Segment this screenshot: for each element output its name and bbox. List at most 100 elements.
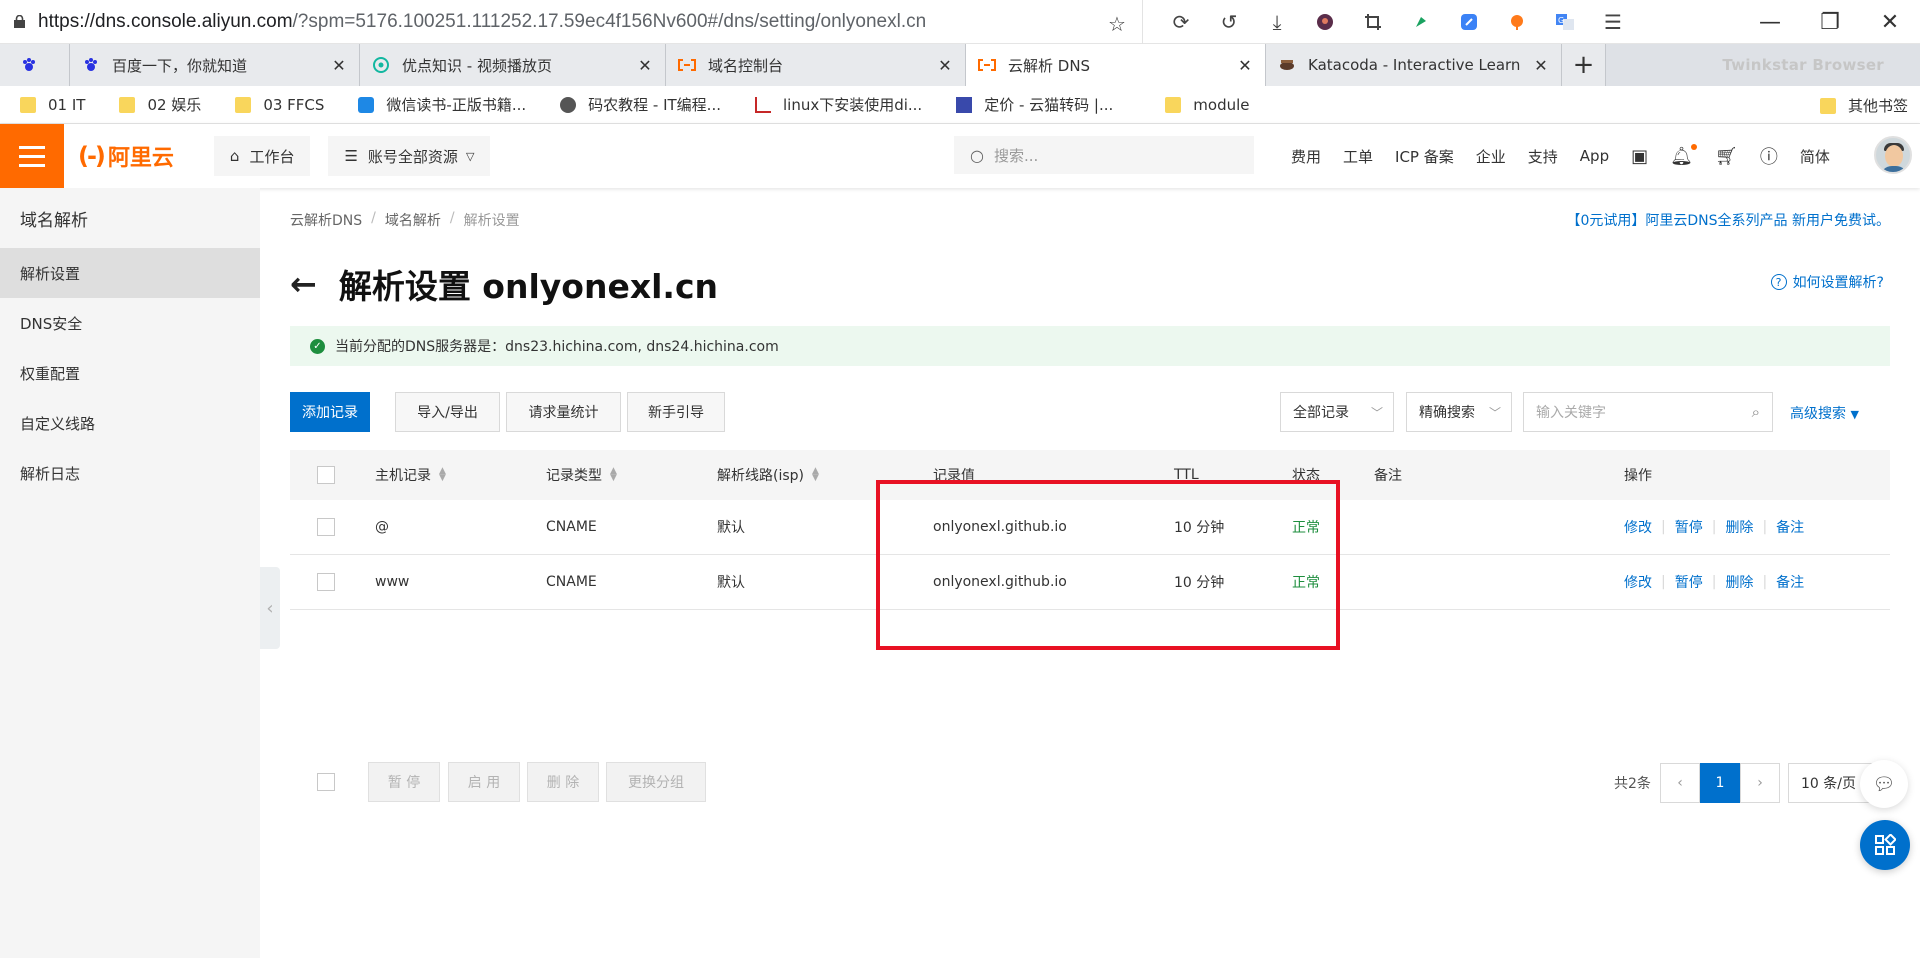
close-window-icon[interactable]: ✕ <box>1860 0 1920 44</box>
tab-close-icon[interactable]: ✕ <box>331 56 347 75</box>
advanced-search-link[interactable]: 高级搜索 ▼ <box>1790 403 1859 423</box>
bulk-delete-button[interactable]: 删 除 <box>527 762 599 802</box>
bookmark-item[interactable]: 01 IT <box>20 96 85 114</box>
reload-icon[interactable]: ⟳ <box>1169 10 1193 34</box>
sidebar-collapse-handle[interactable]: ‹ <box>260 567 280 649</box>
bookmark-item[interactable]: 定价 - 云猫转码 |... <box>956 94 1113 115</box>
tab-baidu[interactable]: 百度一下，你就知道 ✕ <box>70 44 360 86</box>
avatar[interactable] <box>1874 136 1912 174</box>
other-bookmarks[interactable]: 其他书签 <box>1819 95 1908 116</box>
footer-select-all-checkbox[interactable] <box>317 773 335 791</box>
workbench-button[interactable]: ⌂ 工作台 <box>213 136 311 176</box>
pause-link[interactable]: 暂停 <box>1675 517 1703 537</box>
sidebar-item-dns-security[interactable]: DNS安全 <box>0 298 260 348</box>
bulk-enable-button[interactable]: 启 用 <box>448 762 520 802</box>
add-record-button[interactable]: 添加记录 <box>290 392 370 432</box>
tab-dns[interactable]: 云解析 DNS ✕ <box>966 44 1266 86</box>
bookmark-item[interactable]: 02 娱乐 <box>119 94 201 115</box>
url-field[interactable]: https://dns.console.aliyun.com/?spm=5176… <box>38 11 926 33</box>
app-grid-icon[interactable] <box>1860 820 1910 870</box>
bookmark-item[interactable]: 码农教程 - IT编程... <box>560 94 721 115</box>
record-filter-select[interactable]: 全部记录 ﹀ <box>1280 392 1394 432</box>
beginner-guide-button[interactable]: 新手引导 <box>627 392 725 432</box>
new-tab-button[interactable]: + <box>1562 44 1606 86</box>
tab-baidu-pinned[interactable] <box>0 44 70 86</box>
crop-icon[interactable] <box>1361 10 1385 34</box>
sidebar-item-logs[interactable]: 解析日志 <box>0 448 260 498</box>
bookmark-item[interactable]: 03 FFCS <box>235 96 324 114</box>
tab-close-icon[interactable]: ✕ <box>1237 56 1253 75</box>
request-stats-button[interactable]: 请求量统计 <box>506 392 621 432</box>
bookmark-item[interactable]: linux下安装使用di... <box>754 94 922 115</box>
edit-link[interactable]: 修改 <box>1624 572 1652 592</box>
tab-close-icon[interactable]: ✕ <box>937 56 953 75</box>
help-link[interactable]: ? 如何设置解析? <box>1770 272 1884 292</box>
tab-katacoda[interactable]: Katacoda - Interactive Learn ✕ <box>1266 44 1562 86</box>
bookmark-item[interactable]: 微信读书-正版书籍... <box>358 94 526 115</box>
download-icon[interactable]: ⤓ <box>1265 10 1289 34</box>
col-host[interactable]: 主机记录 ▲ ▼ <box>375 450 446 500</box>
row-checkbox[interactable] <box>317 518 335 536</box>
import-export-button[interactable]: 导入/导出 <box>395 392 500 432</box>
chat-icon[interactable]: 💬︎ <box>1860 760 1908 808</box>
extension-avatar-icon[interactable] <box>1313 10 1337 34</box>
console-search-input[interactable]: ○ 搜索... <box>954 136 1254 174</box>
search-icon[interactable]: ⌕ <box>1752 403 1760 421</box>
minimize-icon[interactable]: — <box>1740 0 1800 44</box>
folder-icon <box>1819 97 1836 114</box>
sidebar-item-dns-settings[interactable]: 解析设置 <box>0 248 260 298</box>
nav-link-app[interactable]: App <box>1580 147 1609 165</box>
tab-close-icon[interactable]: ✕ <box>637 56 653 75</box>
extension-orange-icon[interactable] <box>1505 10 1529 34</box>
delete-link[interactable]: 删除 <box>1725 572 1753 592</box>
row-checkbox[interactable] <box>317 573 335 591</box>
keyword-input[interactable]: 输入关键字 ⌕ <box>1523 392 1773 432</box>
nav-link-support[interactable]: 支持 <box>1528 146 1558 167</box>
remark-link[interactable]: 备注 <box>1776 517 1804 537</box>
remark-link[interactable]: 备注 <box>1776 572 1804 592</box>
select-all-checkbox[interactable] <box>317 466 335 484</box>
bell-icon[interactable]: 🔔︎ <box>1670 143 1697 167</box>
hamburger-menu-icon[interactable] <box>0 124 64 188</box>
language-switch[interactable]: 简体 <box>1800 146 1830 167</box>
browser-brand: Twinkstar Browser <box>1722 56 1884 74</box>
promo-link[interactable]: 【0元试用】阿里云DNS全系列产品 新用户免费试。 <box>1567 210 1891 230</box>
next-page-button[interactable]: › <box>1740 763 1780 803</box>
nav-link-tickets[interactable]: 工单 <box>1343 146 1373 167</box>
search-mode-select[interactable]: 精确搜索 ﹀ <box>1406 392 1512 432</box>
breadcrumb-dns[interactable]: 云解析DNS <box>290 210 362 230</box>
resources-dropdown[interactable]: ☰ 账号全部资源 ▽ <box>328 136 491 176</box>
bookmark-item[interactable]: module <box>1165 96 1250 114</box>
delete-link[interactable]: 删除 <box>1725 517 1753 537</box>
bulk-pause-button[interactable]: 暂 停 <box>368 762 440 802</box>
bookmark-star-icon[interactable]: ☆ <box>1108 12 1126 36</box>
prev-page-button[interactable]: ‹ <box>1660 763 1700 803</box>
col-line[interactable]: 解析线路(isp) ▲ ▼ <box>717 450 819 500</box>
nav-link-fees[interactable]: 费用 <box>1291 146 1321 167</box>
restore-icon[interactable]: ❐ <box>1800 0 1860 44</box>
back-arrow-icon[interactable]: ← <box>290 265 317 303</box>
sort-icon: ▲ ▼ <box>439 466 446 483</box>
tab-domain-console[interactable]: 域名控制台 ✕ <box>666 44 966 86</box>
edit-link[interactable]: 修改 <box>1624 517 1652 537</box>
pause-link[interactable]: 暂停 <box>1675 572 1703 592</box>
menu-icon[interactable]: ☰ <box>1601 10 1625 34</box>
nav-link-enterprise[interactable]: 企业 <box>1476 146 1506 167</box>
tab-close-icon[interactable]: ✕ <box>1533 56 1549 75</box>
nav-link-icp[interactable]: ICP 备案 <box>1395 146 1454 167</box>
page-number-current[interactable]: 1 <box>1700 763 1740 803</box>
cart-icon[interactable]: 🛒︎ <box>1715 146 1738 167</box>
breadcrumb-domain[interactable]: 域名解析 <box>385 210 441 230</box>
extension-blue-icon[interactable] <box>1457 10 1481 34</box>
sidebar-item-weight[interactable]: 权重配置 <box>0 348 260 398</box>
extension-green-icon[interactable] <box>1409 10 1433 34</box>
col-type[interactable]: 记录类型 ▲ ▼ <box>546 450 617 500</box>
sidebar-item-custom-line[interactable]: 自定义线路 <box>0 398 260 448</box>
tab-youdian[interactable]: 优点知识 - 视频播放页 ✕ <box>360 44 666 86</box>
aliyun-logo[interactable]: (-) 阿里云 <box>78 140 174 172</box>
translate-icon[interactable]: G <box>1553 10 1577 34</box>
bulk-change-group-button[interactable]: 更换分组 <box>606 762 706 802</box>
terminal-icon[interactable]: ▣ <box>1631 146 1648 167</box>
undo-icon[interactable]: ↺ <box>1217 10 1241 34</box>
help-icon[interactable]: ⓘ <box>1760 143 1778 169</box>
